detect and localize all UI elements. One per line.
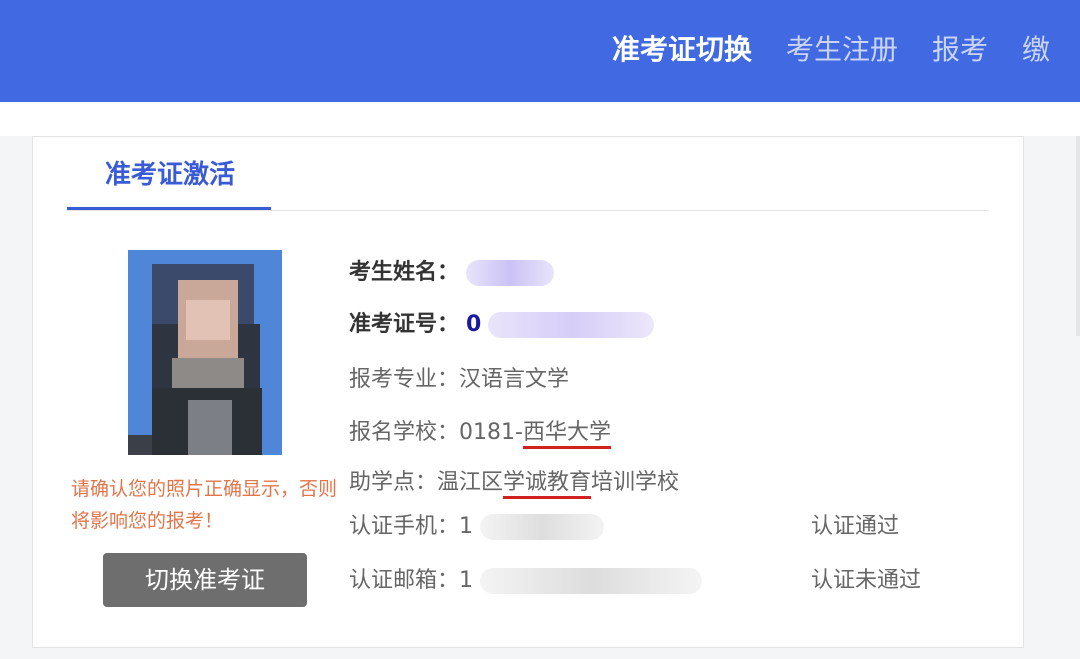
school-code: 0181-	[459, 420, 523, 445]
school-label: 报名学校：	[349, 420, 460, 445]
ticket-number-value: 0	[466, 312, 482, 337]
phone-status: 认证通过	[811, 514, 900, 539]
name-redacted	[466, 260, 555, 286]
email-row: 认证邮箱：1	[349, 565, 703, 597]
school-row: 报名学校：0181-西华大学	[349, 417, 611, 449]
phone-value: 1	[459, 514, 474, 539]
email-value: 1	[459, 568, 474, 593]
name-label: 考生姓名：	[349, 260, 460, 285]
school-name: 西华大学	[522, 420, 611, 449]
major-row: 报考专业：汉语言文学	[349, 364, 569, 396]
nav-item-switch-ticket[interactable]: 准考证切换	[612, 30, 752, 70]
header-spacer	[0, 102, 1080, 136]
major-value: 汉语言文学	[459, 367, 570, 392]
nav-menu: 准考证切换 考生注册 报考 缴	[612, 30, 1080, 70]
phone-row: 认证手机：1	[349, 511, 605, 543]
major-label: 报考专业：	[349, 367, 460, 392]
study-center-row: 助学点：温江区学诚教育培训学校	[349, 467, 679, 499]
phone-label: 认证手机：	[349, 514, 460, 539]
activation-card: 准考证激活 请确认您的照片正确显示，否则将影响您的报考！ 切换准考证 考生姓名：…	[32, 136, 1024, 648]
study-center-suffix: 培训学校	[591, 470, 680, 495]
email-label: 认证邮箱：	[349, 568, 460, 593]
side-panel-edge	[1076, 136, 1080, 336]
nav-item-register[interactable]: 考生注册	[786, 30, 898, 70]
switch-ticket-button[interactable]: 切换准考证	[103, 553, 307, 607]
candidate-photo	[128, 250, 282, 455]
name-row: 考生姓名：	[349, 257, 555, 289]
ticket-number-label: 准考证号：	[349, 312, 460, 337]
phone-redacted	[480, 514, 605, 540]
nav-item-apply[interactable]: 报考	[932, 30, 988, 70]
tab-activate-ticket[interactable]: 准考证激活	[69, 155, 271, 211]
nav-item-pay[interactable]: 缴	[1022, 30, 1050, 70]
study-center-underlined: 学诚教育	[503, 470, 592, 499]
ticket-number-redacted	[488, 312, 655, 338]
email-status: 认证未通过	[811, 568, 922, 593]
tab-divider	[67, 210, 989, 211]
ticket-number-row: 准考证号： 0	[349, 309, 655, 341]
study-center-label: 助学点：	[349, 470, 438, 495]
email-redacted	[480, 568, 703, 594]
top-nav-bar: 准考证切换 考生注册 报考 缴	[0, 0, 1080, 102]
photo-warning-text: 请确认您的照片正确显示，否则将影响您的报考！	[71, 478, 338, 532]
study-center-prefix: 温江区	[437, 470, 504, 495]
